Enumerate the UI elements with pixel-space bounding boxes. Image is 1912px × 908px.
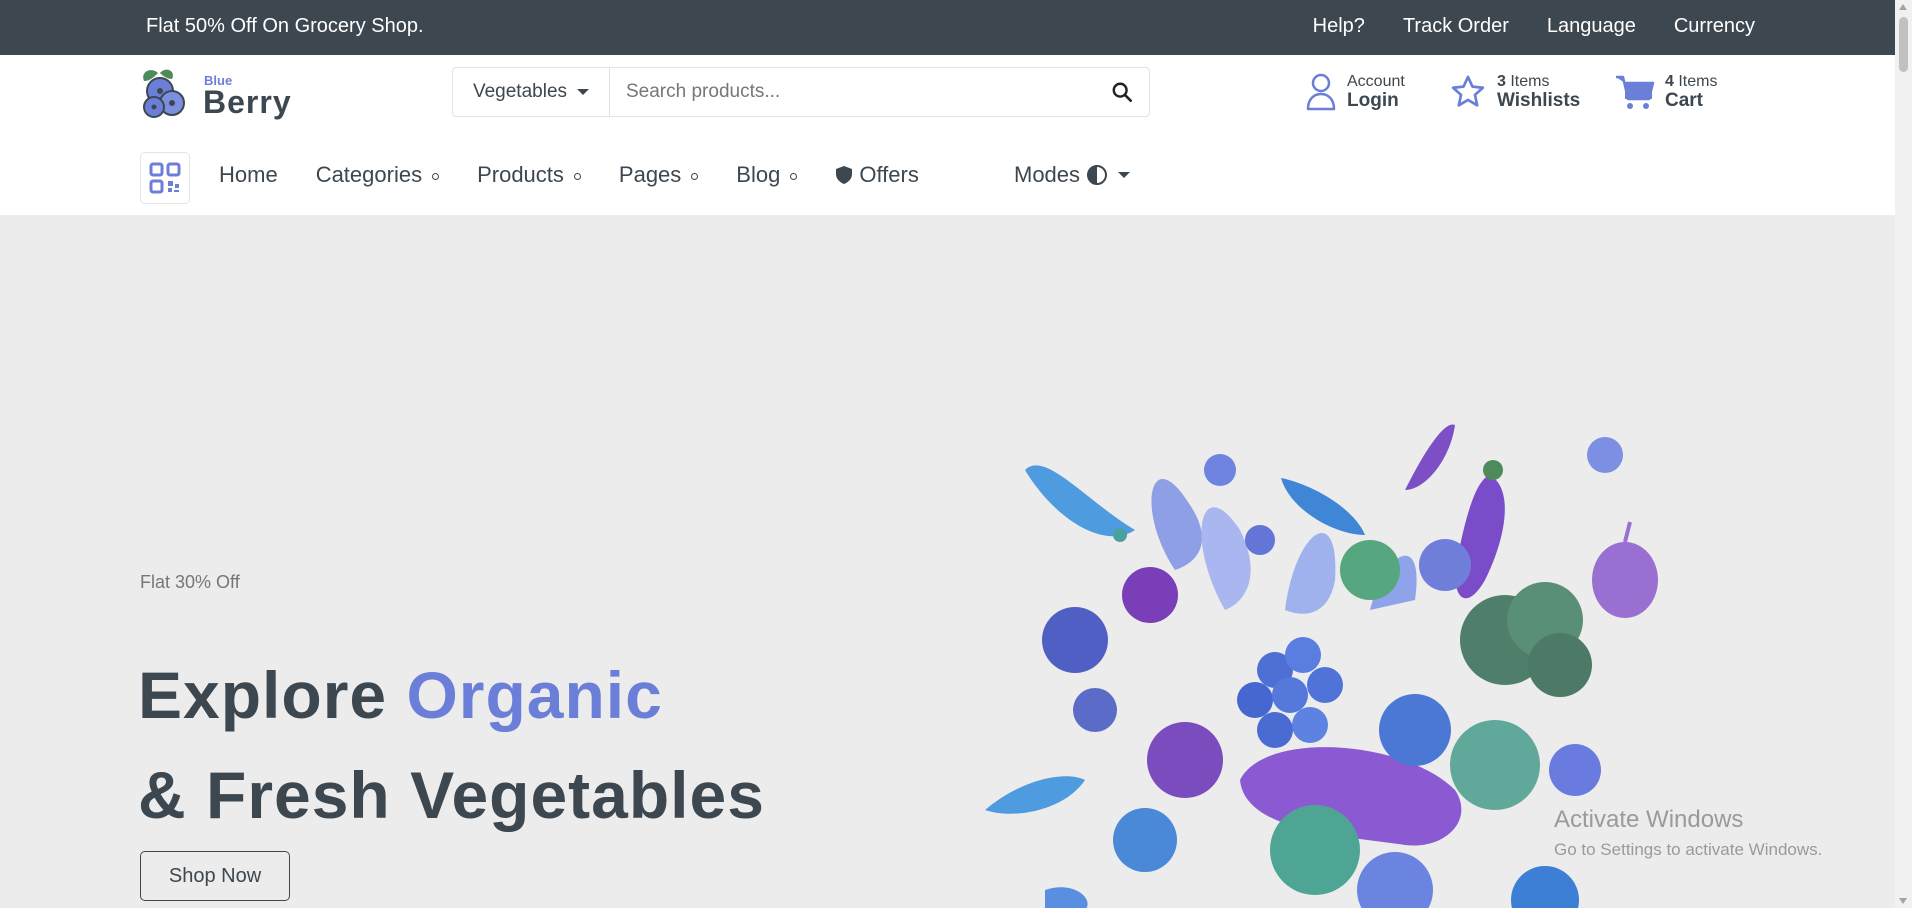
circle-icon xyxy=(691,173,699,180)
scroll-down-arrow-icon[interactable] xyxy=(1899,898,1907,904)
logo-big-text: Berry xyxy=(203,84,292,120)
nav-item-label: Pages xyxy=(618,162,682,187)
cart-items-label: Items xyxy=(1678,73,1718,90)
circle-icon xyxy=(790,173,798,180)
watermark-title: Activate Windows xyxy=(1554,806,1744,833)
language-link[interactable]: Language xyxy=(1547,15,1636,38)
star-icon xyxy=(1451,75,1485,107)
windows-activation-watermark: Activate Windows Go to Settings to activ… xyxy=(1554,806,1822,860)
scrollbar-thumb[interactable] xyxy=(1899,17,1908,72)
caret-down-icon xyxy=(1118,172,1131,178)
hero-title-line-1: Explore Organic xyxy=(138,645,765,745)
wishlist-button[interactable]: 3 Items Wishlists xyxy=(1449,73,1580,111)
nav-item-label: Home xyxy=(219,162,278,187)
account-login[interactable]: Account Login xyxy=(1305,73,1405,111)
cart-count: 4 xyxy=(1665,73,1674,90)
main-nav: Home Categories Products Pages Blog Offe… xyxy=(0,140,1895,215)
search-icon xyxy=(1112,82,1132,102)
modes-dropdown[interactable]: Modes xyxy=(1014,162,1131,188)
wishlist-count-label: 3 Items xyxy=(1497,73,1580,91)
promo-text: Flat 50% Off On Grocery Shop. xyxy=(146,15,424,37)
nav-item-products[interactable]: Products xyxy=(477,162,581,188)
top-promo-bar: Flat 50% Off On Grocery Shop. Help? Trac… xyxy=(0,0,1895,55)
modes-label: Modes xyxy=(1014,162,1081,187)
category-selected: Vegetables xyxy=(472,81,568,102)
nav-item-pages[interactable]: Pages xyxy=(618,162,699,188)
category-dropdown[interactable]: Vegetables xyxy=(453,68,610,116)
caret-down-icon xyxy=(577,89,590,95)
qr-code-icon xyxy=(149,162,181,194)
cart-icon xyxy=(1616,75,1655,110)
circle-icon xyxy=(573,173,581,180)
circle-icon xyxy=(432,173,440,180)
nav-item-label: Offers xyxy=(859,162,919,187)
wishlist-label: Wishlists xyxy=(1497,89,1581,111)
header: Blue Berry Vegetables Account Login xyxy=(0,55,1895,141)
nav-item-offers[interactable]: Offers xyxy=(835,162,919,188)
nav-item-home[interactable]: Home xyxy=(219,162,278,188)
login-label: Login xyxy=(1347,89,1399,111)
hero-title: Explore Organic & Fresh Vegetables xyxy=(138,645,765,845)
hero-title-part: Explore xyxy=(138,658,407,732)
qr-code-button[interactable] xyxy=(140,152,190,204)
nav-item-categories[interactable]: Categories xyxy=(315,162,440,188)
cart-button[interactable]: 4 Items Cart xyxy=(1615,73,1717,111)
nav-item-label: Categories xyxy=(315,162,423,187)
scroll-up-arrow-icon[interactable] xyxy=(1899,4,1907,10)
nav-item-label: Blog xyxy=(736,162,781,187)
hero-subtitle: Flat 30% Off xyxy=(140,572,240,592)
account-label: Account xyxy=(1347,73,1405,90)
search-bar: Vegetables xyxy=(452,67,1150,117)
wishlist-items-label: Items xyxy=(1510,73,1550,90)
hero-title-line-2: & Fresh Vegetables xyxy=(138,758,765,832)
nav-item-blog[interactable]: Blog xyxy=(736,162,798,188)
cart-label: Cart xyxy=(1665,89,1704,111)
logo[interactable]: Blue Berry xyxy=(138,65,291,127)
top-links: Help? Track Order Language Currency xyxy=(1313,15,1755,38)
search-button[interactable] xyxy=(1095,68,1149,116)
wishlist-count: 3 xyxy=(1497,73,1506,90)
cart-count-label: 4 Items xyxy=(1665,73,1717,91)
berry-logo-icon xyxy=(143,69,185,118)
help-link[interactable]: Help? xyxy=(1313,15,1365,38)
shop-now-button[interactable]: Shop Now xyxy=(140,851,290,901)
shield-icon xyxy=(836,166,853,184)
track-order-link[interactable]: Track Order xyxy=(1403,15,1509,38)
contrast-icon xyxy=(1087,165,1108,185)
nav-item-label: Products xyxy=(477,162,564,187)
user-icon xyxy=(1306,73,1336,111)
currency-link[interactable]: Currency xyxy=(1674,15,1755,38)
nav-menu: Home Categories Products Pages Blog Offe… xyxy=(219,162,957,188)
hero-title-accent: Organic xyxy=(406,658,663,732)
watermark-subtitle: Go to Settings to activate Windows. xyxy=(1554,840,1823,859)
hero-section: Flat 30% Off Explore Organic & Fresh Veg… xyxy=(0,215,1895,908)
page-scrollbar[interactable] xyxy=(1895,0,1912,908)
search-input[interactable] xyxy=(610,68,1095,116)
